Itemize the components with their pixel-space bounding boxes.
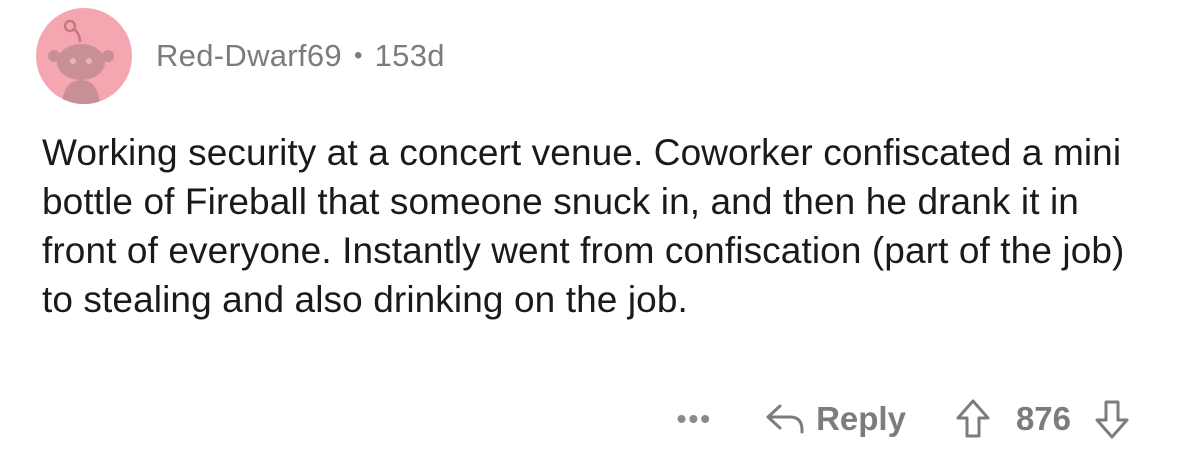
meta-separator: • [353,42,363,69]
username[interactable]: Red-Dwarf69 [156,38,342,74]
downvote-arrow-icon [1095,400,1129,439]
avatar[interactable] [36,8,132,104]
comment: Red-Dwarf69 • 153d Working security at a… [0,0,1179,463]
upvote-button[interactable] [954,398,992,440]
vote-score: 876 [1015,400,1071,437]
comment-actions: ••• Reply 876 [677,392,1131,446]
reply-arrow-icon [766,404,804,434]
reply-label: Reply [816,400,906,437]
more-options-button[interactable]: ••• [677,403,712,435]
comment-body: Working security at a concert venue. Cow… [42,132,1125,320]
comment-header: Red-Dwarf69 • 153d [36,8,445,104]
vote-controls: 876 [954,398,1131,440]
comment-age: 153d [374,38,445,73]
reply-button[interactable]: Reply [764,400,906,438]
upvote-arrow-icon [956,399,990,438]
downvote-button[interactable] [1093,398,1131,440]
reddit-snoo-icon [48,19,114,104]
comment-meta: Red-Dwarf69 • 153d [156,38,445,74]
